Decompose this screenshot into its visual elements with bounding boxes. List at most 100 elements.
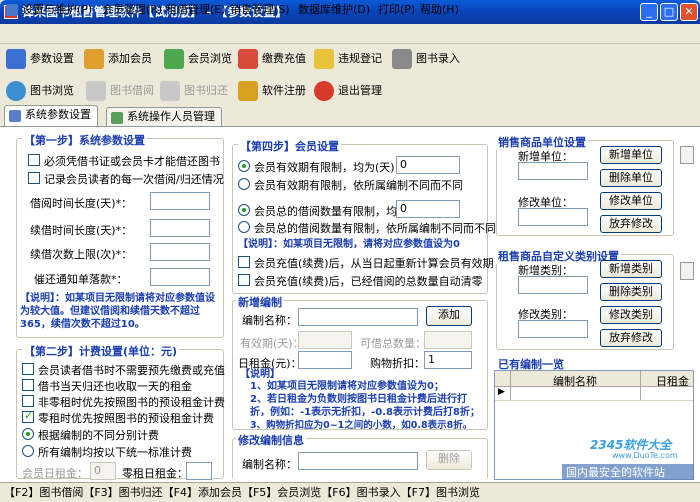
- step4-note: 【说明】：如某项目无限制，请将对应参数值设为0: [238, 239, 460, 250]
- zero-daily-rent-input[interactable]: [186, 462, 212, 480]
- delete-category-button[interactable]: 删除: [426, 450, 472, 470]
- renew-limit-input[interactable]: [150, 243, 210, 261]
- fee-by-category-radio[interactable]: [22, 428, 34, 440]
- new-unit-input[interactable]: [518, 162, 588, 180]
- new-category-borrow-input[interactable]: [424, 331, 472, 349]
- toolbar-recharge-button[interactable]: 缴费充值: [238, 46, 306, 72]
- toolbar-exit-button[interactable]: 退出管理: [314, 78, 382, 104]
- no-prepay-label: 会员读者借书时不需要预先缴费或充值: [38, 364, 225, 377]
- grid-new-row[interactable]: [495, 388, 693, 401]
- delete-type-button[interactable]: 删除类别: [600, 283, 662, 301]
- menu-bar: [0, 24, 700, 44]
- borrow-limit-by-category-radio[interactable]: [238, 221, 250, 233]
- toolbar-label: 图书录入: [416, 52, 460, 65]
- toolbar-params-button[interactable]: 参数设置: [6, 46, 74, 72]
- borrow-days-input[interactable]: [150, 192, 210, 210]
- tab-system-params[interactable]: 系统参数设置: [4, 105, 98, 127]
- toolbar-borrow-button[interactable]: 图书借阅: [86, 78, 154, 104]
- users-icon: [164, 49, 184, 69]
- tab-label: 系统操作人员管理: [127, 110, 215, 123]
- cancel-unit-button[interactable]: 放弃修改: [600, 215, 662, 233]
- new-category-discount-input[interactable]: 1: [424, 351, 472, 369]
- recharge-reset-validity-label: 会员充值(续费)后，从当日起重新计算会员有效期: [254, 257, 494, 270]
- edit-category-name-input[interactable]: [298, 452, 418, 470]
- delete-unit-button[interactable]: 删除单位: [600, 169, 662, 187]
- same-day-fee-checkbox[interactable]: [22, 379, 34, 391]
- borrow-limit-fixed-label: 会员总的借阅数量有限制，均为：: [254, 205, 419, 218]
- status-bar: 【F2】图书借阅【F3】图书归还【F4】添加会员【F5】会员浏览【F6】图书录入…: [0, 482, 700, 502]
- cancel-type-button[interactable]: 放弃修改: [600, 329, 662, 347]
- toolbar-label: 图书浏览: [30, 84, 74, 97]
- tab-operators[interactable]: 系统操作人员管理: [106, 107, 222, 126]
- borrow-icon: [86, 81, 106, 101]
- menu-print[interactable]: 打印(P): [378, 2, 415, 18]
- edit-unit-button[interactable]: 修改单位: [600, 192, 662, 210]
- edit-type-input[interactable]: [518, 320, 588, 338]
- toolbar-browse-members-button[interactable]: 会员浏览: [164, 46, 232, 72]
- zero-daily-rent-label: 零租日租金：: [122, 467, 188, 480]
- borrow-limit-input[interactable]: 0: [396, 200, 460, 218]
- toolbar-add-member-button[interactable]: 添加会员: [84, 46, 152, 72]
- menu-members[interactable]: 会员管理(R): [102, 2, 162, 18]
- add-type-button[interactable]: 新增类别: [600, 260, 662, 278]
- grid-col-name[interactable]: 编制名称: [553, 373, 597, 389]
- notice-sign-input[interactable]: [150, 268, 210, 286]
- recharge-clear-count-checkbox[interactable]: [238, 274, 250, 286]
- add-category-button[interactable]: 添加: [426, 306, 472, 326]
- nonzero-preset-checkbox[interactable]: [22, 395, 34, 407]
- record-history-checkbox[interactable]: [28, 172, 40, 184]
- step4-title: 【第四步】会员设置: [238, 138, 341, 154]
- member-daily-rent-input[interactable]: 0: [90, 462, 116, 480]
- menu-settings[interactable]: 设置与维护(P): [6, 2, 92, 18]
- borrow-total-label: 可借总数量：: [360, 337, 426, 350]
- recharge-reset-validity-checkbox[interactable]: [238, 256, 250, 268]
- validity-days-input[interactable]: 0: [396, 156, 460, 174]
- menu-help[interactable]: 帮助(H): [420, 2, 459, 18]
- toolbar-browse-books-button[interactable]: 图书浏览: [6, 78, 74, 104]
- magnifier-icon: [6, 81, 26, 101]
- discount-label: 购物折扣：: [370, 357, 425, 370]
- maximize-button[interactable]: □: [660, 3, 678, 21]
- fee-uniform-radio[interactable]: [22, 445, 34, 457]
- key-icon: [238, 81, 258, 101]
- menu-rental[interactable]: 租借管理(E): [166, 2, 226, 18]
- zero-preset-checkbox[interactable]: [22, 409, 34, 423]
- member-daily-rent-label: 会员日租金：: [22, 467, 88, 480]
- toolbar-register-button[interactable]: 软件注册: [238, 78, 306, 104]
- new-category-note-3: 3、购物折扣应为0~1之间的小数，如0.8表示8折。: [250, 420, 473, 431]
- add-unit-button[interactable]: 新增单位: [600, 146, 662, 164]
- new-category-daily-rent-input[interactable]: [298, 351, 352, 369]
- new-category-validity-input[interactable]: [298, 331, 352, 349]
- toolbar-label: 图书归还: [184, 84, 228, 97]
- minimize-button[interactable]: _: [640, 3, 658, 21]
- toolbar-book-entry-button[interactable]: 图书录入: [392, 46, 460, 72]
- grid-col-rent[interactable]: 日租金: [656, 373, 689, 389]
- settings-icon: [6, 4, 18, 16]
- menu-sales[interactable]: 销售管理(S): [230, 2, 290, 18]
- no-prepay-checkbox[interactable]: [22, 363, 34, 375]
- menu-label: 设置与维护(P): [22, 3, 93, 16]
- renew-days-input[interactable]: [150, 219, 210, 237]
- toolbar-violation-button[interactable]: 违规登记: [314, 46, 382, 72]
- validity-fixed-radio[interactable]: [238, 160, 250, 172]
- edit-unit-input[interactable]: [518, 208, 588, 226]
- add-user-icon: [84, 49, 104, 69]
- borrow-limit-fixed-radio[interactable]: [238, 204, 250, 216]
- watermark-slogan: 国内最安全的软件站: [562, 464, 694, 480]
- settings-icon: [9, 110, 21, 122]
- toolbar-label: 缴费充值: [262, 52, 306, 65]
- require-card-checkbox[interactable]: [28, 154, 40, 166]
- new-category-name-input[interactable]: [298, 308, 418, 326]
- row-indicator-icon: ▶: [498, 387, 505, 397]
- tools-icon: [6, 49, 26, 69]
- edit-type-button[interactable]: 修改类别: [600, 306, 662, 324]
- toolbar-return-button[interactable]: 图书归还: [160, 78, 228, 104]
- fee-uniform-label: 所有编制均按以下统一标准计费: [38, 446, 192, 459]
- close-button[interactable]: ✕: [680, 3, 698, 21]
- type-list-edge: [680, 262, 694, 280]
- same-day-fee-label: 借书当天归还也收取一天的租金: [38, 380, 192, 393]
- validity-by-category-radio[interactable]: [238, 178, 250, 190]
- new-type-input[interactable]: [518, 276, 588, 294]
- menu-database[interactable]: 数据库维护(D): [298, 2, 370, 18]
- book-icon: [392, 49, 412, 69]
